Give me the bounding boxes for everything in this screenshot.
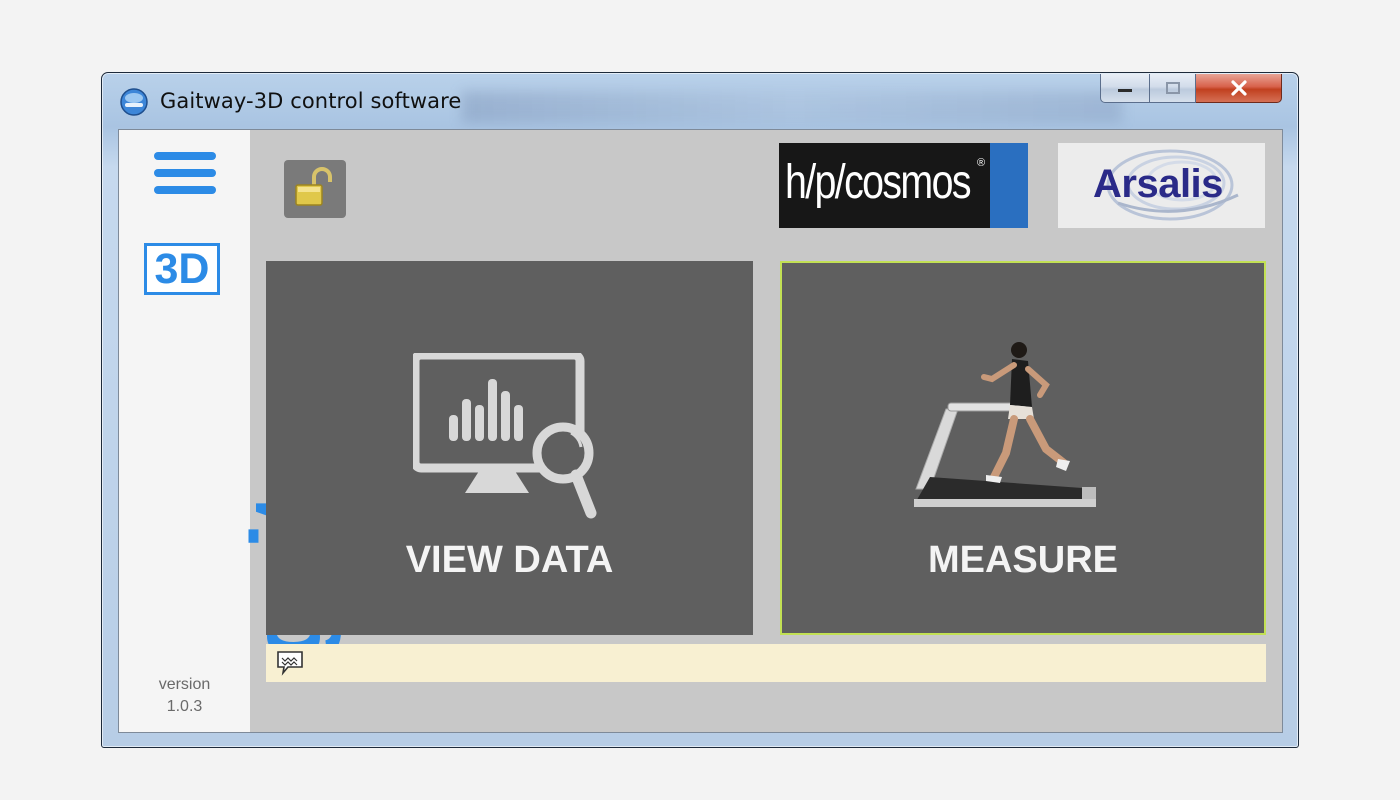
client-area: 3D gaitway version 1.0.3 h/p/cosmos ® (118, 129, 1283, 733)
hpcosmos-logo: h/p/cosmos ® (779, 143, 1028, 228)
status-bar (266, 644, 1266, 682)
hamburger-menu-icon[interactable] (154, 152, 216, 202)
title-bar[interactable]: Gaitway-3D control software (102, 73, 1298, 129)
monitor-chart-magnifier-icon (413, 353, 597, 519)
arsalis-logo: Arsalis (1058, 143, 1265, 228)
registered-mark: ® (977, 157, 986, 169)
version-number: 1.0.3 (166, 698, 203, 715)
arsalis-logo-text: Arsalis (1093, 162, 1223, 206)
measure-label: MEASURE (927, 539, 1119, 581)
close-icon (1230, 80, 1247, 96)
brand-3d-badge: 3D (144, 243, 220, 295)
minimize-icon (1118, 89, 1132, 92)
sidebar: 3D gaitway version 1.0.3 (119, 130, 341, 732)
maximize-button[interactable] (1150, 74, 1196, 103)
hpcosmos-logo-stripe (990, 143, 1028, 228)
hpcosmos-logo-text: h/p/cosmos (785, 156, 972, 209)
view-data-tile[interactable]: VIEW DATA (266, 261, 753, 635)
view-data-label: VIEW DATA (405, 539, 614, 581)
treadmill-runner-image (914, 342, 1096, 507)
unlocked-padlock-icon (295, 167, 332, 206)
version-label: version (158, 676, 211, 693)
message-icon (277, 651, 303, 676)
maximize-icon (1165, 82, 1180, 94)
app-icon (120, 88, 148, 116)
background-window-blur (462, 91, 1122, 123)
version-info: version 1.0.3 (119, 674, 250, 718)
close-button[interactable] (1196, 74, 1282, 103)
lock-button[interactable] (284, 160, 346, 218)
app-window: Gaitway-3D control software 3D gaitway v… (101, 72, 1299, 748)
measure-tile[interactable]: MEASURE (780, 261, 1266, 635)
minimize-button[interactable] (1100, 74, 1150, 103)
window-title: Gaitway-3D control software (160, 89, 462, 113)
